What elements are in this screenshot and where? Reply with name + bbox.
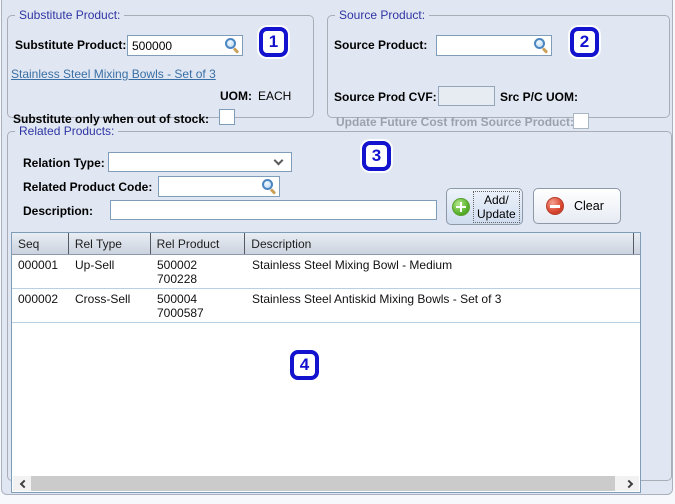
related-products-group-title: Related Products:: [19, 124, 115, 138]
column-header-seq[interactable]: Seq: [12, 233, 69, 254]
substitute-product-input[interactable]: [128, 36, 224, 55]
annotation-badge-2: 2: [570, 27, 599, 57]
search-icon-lens: [534, 38, 545, 49]
cell-seq: 000001: [18, 258, 59, 272]
cell-rel-product: 500004 7000587: [151, 289, 246, 322]
table-row[interactable]: 000001 Up-Sell 500002 700228 Stainless S…: [12, 255, 640, 289]
annotation-badge-4: 4: [290, 350, 319, 380]
table-row[interactable]: 000002 Cross-Sell 500004 7000587 Stainle…: [12, 289, 640, 323]
column-header-rel-type[interactable]: Rel Type: [69, 233, 151, 254]
clear-button[interactable]: Clear: [533, 188, 621, 224]
rel-product-code-2: 7000587: [157, 306, 204, 320]
search-icon-lens: [225, 38, 236, 49]
cell-description: Stainless Steel Antiskid Mixing Bowls - …: [252, 292, 502, 306]
source-product-group-title: Source Product:: [339, 8, 426, 22]
search-icon-lens: [262, 179, 273, 190]
description-label: Description:: [23, 204, 94, 218]
source-prod-cvf-label: Source Prod CVF:: [334, 90, 437, 104]
scrollbar-thumb[interactable]: [31, 476, 615, 491]
main-panel: Substitute Product: Substitute Product: …: [1, 0, 673, 495]
cell-seq: 000002: [18, 292, 59, 306]
src-pc-uom-label: Src P/C UOM:: [500, 90, 579, 104]
cell-rel-type: Cross-Sell: [75, 292, 131, 306]
relation-type-select[interactable]: [108, 152, 292, 172]
source-product-label: Source Product:: [334, 38, 428, 52]
add-update-label-line1: Add/: [484, 192, 509, 207]
related-products-group: Related Products: Relation Type: Related…: [7, 124, 672, 493]
source-product-input[interactable]: [437, 36, 533, 55]
clear-minus-icon: [546, 197, 564, 215]
add-update-button-label: Add/ Update: [473, 190, 520, 223]
search-icon[interactable]: [225, 38, 240, 54]
search-icon-handle: [269, 188, 277, 195]
search-icon-handle: [541, 47, 549, 54]
chevron-left-icon: [19, 479, 28, 488]
uom-value: EACH: [258, 89, 292, 103]
clear-button-label: Clear: [574, 199, 604, 213]
scroll-right-button[interactable]: [621, 476, 639, 491]
substitute-product-field: [127, 35, 243, 56]
substitute-product-label: Substitute Product:: [15, 38, 127, 52]
substitute-product-link[interactable]: Stainless Steel Mixing Bowls - Set of 3: [11, 67, 216, 81]
column-header-rel-product[interactable]: Rel Product: [151, 233, 246, 254]
scroll-left-button[interactable]: [13, 476, 31, 491]
add-plus-icon: [452, 197, 470, 216]
column-header-stub: [634, 233, 640, 254]
annotation-badge-3: 3: [362, 141, 391, 171]
cell-description: Stainless Steel Mixing Bowl - Medium: [252, 258, 453, 272]
search-icon-handle: [232, 47, 240, 54]
search-icon[interactable]: [534, 38, 549, 54]
column-header-description[interactable]: Description: [245, 233, 634, 254]
source-product-group: Source Product: Source Product: Source P…: [327, 8, 670, 129]
substitute-product-group: Substitute Product: Substitute Product: …: [7, 8, 314, 126]
rel-product-code-1: 500004: [157, 292, 198, 306]
rel-product-code-2: 700228: [157, 272, 198, 286]
horizontal-scrollbar[interactable]: [13, 476, 639, 491]
search-icon[interactable]: [262, 179, 277, 195]
rel-product-code-1: 500002: [157, 258, 198, 272]
relation-type-label: Relation Type:: [23, 156, 105, 170]
cell-rel-product: 500002 700228: [151, 255, 246, 288]
source-prod-cvf-input: [438, 86, 495, 106]
out-of-stock-checkbox[interactable]: [219, 109, 235, 125]
description-input[interactable]: [110, 200, 437, 220]
source-product-field: [436, 35, 552, 56]
uom-label: UOM:: [220, 89, 252, 103]
chevron-down-icon: [273, 155, 284, 166]
annotation-badge-1: 1: [259, 27, 288, 57]
chevron-right-icon: [624, 479, 633, 488]
related-product-code-input[interactable]: [159, 177, 261, 196]
related-product-code-field: [158, 176, 280, 197]
related-product-code-label: Related Product Code:: [23, 180, 153, 194]
substitute-product-group-title: Substitute Product:: [19, 8, 121, 22]
table-header-row: Seq Rel Type Rel Product Description: [12, 233, 640, 255]
add-update-button[interactable]: Add/ Update: [446, 188, 523, 225]
add-update-label-line2: Update: [477, 206, 516, 221]
cell-rel-type: Up-Sell: [75, 258, 115, 272]
related-products-table: Seq Rel Type Rel Product Description 000…: [11, 232, 641, 493]
product-substitution-page: Substitute Product: Substitute Product: …: [0, 0, 675, 504]
